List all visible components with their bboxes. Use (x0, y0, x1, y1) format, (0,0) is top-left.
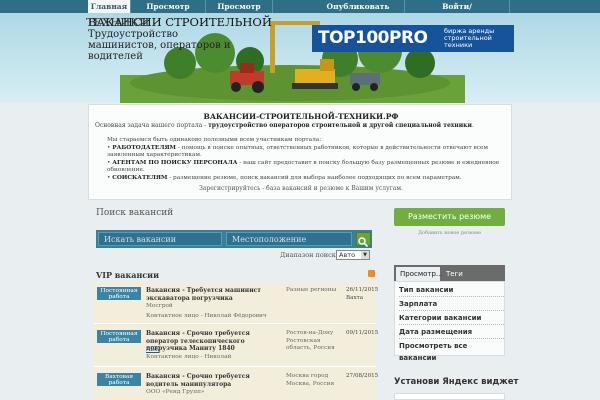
nav-home[interactable]: Главная (88, 0, 131, 13)
location-input[interactable]: Местоположение (226, 232, 352, 246)
vacancy-company-link[interactable]: АБК (146, 346, 160, 353)
top-nav: Главная Просмотр вакансий Просмотр резюм… (0, 0, 600, 24)
vacancy-date: 09/11/2015 (346, 330, 379, 336)
sidebar-item-date-posted[interactable]: Дата размещения (399, 326, 504, 339)
search-bar: Искать вакансии Местоположение (96, 230, 372, 248)
tab-tags[interactable]: Теги (442, 267, 472, 281)
intro-task-prefix: Основная задача нашего портала - (95, 122, 209, 129)
site-header: ВАКАНСИИ СТРОИТЕЛЬНОЙ ТЕХНИКИ Трудоустро… (0, 13, 600, 103)
yandex-widget-title: Установи Яндекс виджет (394, 377, 519, 387)
vacancy-region: Ростов-на-Дону Ростовская область, Росси… (286, 330, 335, 351)
tab-browse[interactable]: Просмотр... (396, 267, 443, 281)
intro-title: ВАКАНСИИ-СТРОИТЕЛЬНОЙ-ТЕХНИКИ.РФ (203, 112, 399, 121)
sidebar-item-job-type[interactable]: Тип вакансии (399, 284, 504, 297)
intro-task-bold: трудоустройство операторов строительной … (208, 122, 472, 129)
intro-task: Основная задача нашего портала - трудоус… (95, 122, 474, 129)
vip-row[interactable]: Вахтовая работа Вакансия - Срочно требуе… (94, 370, 379, 400)
sidebar-item-all-vacancies[interactable]: Просмотреть все вакансии (399, 340, 504, 362)
vip-vacancy-list: Постоянная работа Вакансия - Требуется м… (94, 282, 379, 400)
vacancy-title[interactable]: Вакансия - Срочно требуется оператор тел… (146, 330, 276, 353)
vacancy-region: Разные регионы (286, 287, 337, 293)
vacancy-contact: Контактное лицо - Николай Фёдорович (146, 313, 267, 319)
vacancy-company: Мосгрой (146, 303, 173, 309)
intro-item-employers: • РАБОТОДАТЕЛЯМ - помощь в поиске опытны… (107, 144, 488, 159)
post-resume-subtext: Добавить новое резюме (417, 230, 482, 236)
range-label: Диапазон поиска: (280, 251, 342, 259)
nav-view-vacancies[interactable]: Просмотр вакансий (131, 0, 206, 24)
search-icon (358, 237, 369, 248)
site-title-overlay: ТЕХНИКИ (86, 15, 150, 29)
yandex-widget-box (394, 393, 505, 400)
top100pro-logo: TOP100PRO (318, 28, 428, 48)
nav-view-resumes[interactable]: Просмотр резюме (206, 0, 273, 24)
vip-row[interactable]: Постоянная работа Вакансия - Требуется м… (94, 284, 379, 324)
intro-item3-text: - размещение резюме, поиск вакансий для … (167, 174, 462, 181)
post-resume-button[interactable]: Разместить резюме (394, 208, 505, 226)
vacancy-extra: Вахта (346, 295, 364, 301)
job-type-badge: Вахтовая работа (97, 373, 141, 386)
intro-lead: Мы стараемся быть одинаково полезными вс… (107, 137, 322, 143)
range-select[interactable]: Авто ▼ (336, 250, 370, 260)
intro-item3-bold: СОИСКАТЕЛЯМ (112, 174, 168, 181)
vacancy-region: Москва город Москва, Россия (286, 373, 335, 387)
rss-icon[interactable] (368, 270, 375, 277)
range-select-value: Авто (339, 251, 356, 259)
vacancy-company: ООО «Ренд Групп» (146, 389, 205, 395)
search-section-title: Поиск вакансий (96, 208, 174, 218)
site-subtitle: Трудоустройство машинистов, операторов и… (88, 29, 231, 62)
sidebar-item-categories[interactable]: Категории вакансии (399, 312, 504, 325)
job-type-badge: Постоянная работа (97, 287, 141, 300)
top100pro-banner[interactable]: TOP100PRO биржа аренды строительной техн… (312, 25, 514, 52)
job-type-badge: Постоянная работа (97, 330, 141, 343)
intro-panel: ВАКАНСИИ-СТРОИТЕЛЬНОЙ-ТЕХНИКИ.РФ Основна… (88, 104, 512, 200)
chevron-down-icon: ▼ (361, 251, 369, 259)
sidebar-tabs: Просмотр... Теги (394, 265, 505, 281)
nav-login-register[interactable]: Войти/Зарегистрироваться (405, 0, 510, 24)
keyword-search-input[interactable]: Искать вакансии (98, 232, 222, 246)
intro-item2-bold: АГЕНТАМ ПО ПОИСКУ ПЕРСОНАЛА (112, 159, 238, 166)
intro-item1-bold: РАБОТОДАТЕЛЯМ (112, 144, 176, 151)
vacancy-title[interactable]: Вакансия - Срочно требуется водитель ман… (146, 373, 276, 388)
sidebar-browse-list: Тип вакансии Зарплата Категории вакансии… (394, 281, 505, 362)
intro-item-agents: • АГЕНТАМ ПО ПОИСКУ ПЕРСОНАЛА - наш сайт… (107, 159, 500, 174)
top100pro-tagline: биржа аренды строительной техники (444, 27, 495, 49)
vip-row[interactable]: Постоянная работа Вакансия - Срочно треб… (94, 327, 379, 367)
intro-audience-list: Мы стараемся быть одинаково полезными вс… (107, 137, 505, 183)
nav-post-vacancy[interactable]: Опубликовать вакансию (312, 0, 405, 24)
sidebar-item-salary[interactable]: Зарплата (399, 298, 504, 311)
vacancy-date: 27/08/2015 (346, 373, 379, 379)
vacancy-contact: Контактное лицо - Николай (146, 354, 232, 360)
vacancy-title[interactable]: Вакансия - Требуется машинист экскаватор… (146, 287, 276, 302)
vacancy-date: 26/11/2015 (346, 287, 379, 293)
intro-item-seekers: • СОИСКАТЕЛЯМ - размещение резюме, поиск… (107, 174, 462, 181)
vip-section-title: VIP вакансии (96, 270, 160, 280)
intro-footer: Зарегистрируйтесь - база вакансий и резю… (199, 185, 403, 192)
search-button[interactable] (356, 232, 371, 248)
